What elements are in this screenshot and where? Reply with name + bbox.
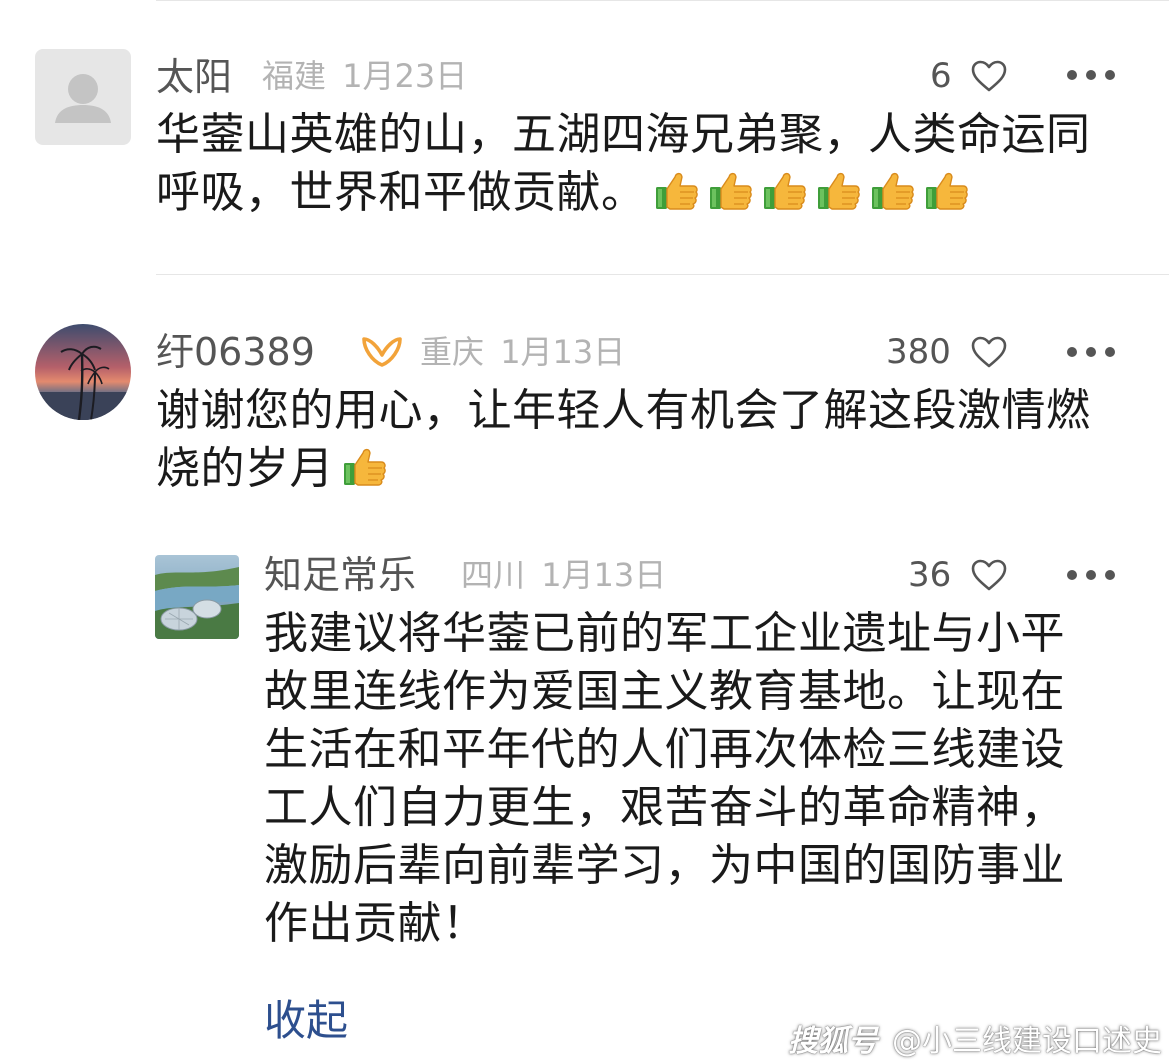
like-count: 380 [886,332,951,372]
comment-text: 华蓥山英雄的山，五湖四海兄弟聚，人类命运同呼吸，世界和平做贡献。 [156,106,1106,222]
watermark: 搜狐号 @小三线建设口述史 [788,1016,1162,1060]
username[interactable]: 知足常乐 [264,556,416,594]
comment-meta: 四川 1月13日 [461,559,666,591]
comment-text: 我建议将华蓥已前的军工企业遗址与小平故里连线作为爱国主义教育基地。让现在生活在和… [264,608,1065,949]
thumbs-up-emoji-group [646,167,970,218]
date: 1月23日 [342,57,468,95]
thumbs-up-emoji-icon [870,169,916,213]
username[interactable]: 纡06389 [156,333,315,371]
username[interactable]: 太阳 [156,58,232,96]
person-icon [55,74,111,123]
thumbs-up-emoji-icon [816,169,862,213]
collapse-link[interactable]: 收起 [264,987,348,1048]
location: 福建 [262,57,327,95]
verified-badge-icon [362,337,402,367]
location: 四川 [461,556,526,594]
comment-divider [156,274,1169,275]
thumbs-up-emoji-group [334,443,388,494]
comment-text: 谢谢您的用心，让年轻人有机会了解这段激情燃烧的岁月 [156,382,1106,498]
landscape-avatar-image [155,555,239,639]
like-count: 36 [908,555,952,595]
thumbs-up-emoji-icon [924,169,970,213]
user-avatar[interactable] [35,324,131,420]
comment-meta: 重庆 1月13日 [420,336,625,368]
heart-icon[interactable] [970,558,1008,592]
location: 重庆 [420,333,485,371]
watermark-handle: @小三线建设口述史 [892,1024,1162,1059]
more-options-icon[interactable] [1067,70,1115,80]
heart-icon[interactable] [970,59,1008,93]
thumbs-up-emoji-icon [342,445,388,489]
like-count: 6 [930,56,952,96]
default-avatar[interactable] [35,49,131,145]
top-divider [156,0,1169,1]
watermark-logo: 搜狐号 [788,1024,878,1059]
user-avatar[interactable] [155,555,239,639]
date: 1月13日 [500,333,626,371]
sunset-palm-avatar-image [35,324,131,420]
comment-meta: 福建 1月23日 [262,60,467,92]
more-options-icon[interactable] [1067,347,1115,357]
more-options-icon[interactable] [1067,570,1115,580]
thumbs-up-emoji-icon [654,169,700,213]
comment-body: 谢谢您的用心，让年轻人有机会了解这段激情燃烧的岁月 [156,385,1091,494]
date: 1月13日 [541,556,667,594]
thumbs-up-emoji-icon [762,169,808,213]
heart-icon[interactable] [970,335,1008,369]
thumbs-up-emoji-icon [708,169,754,213]
